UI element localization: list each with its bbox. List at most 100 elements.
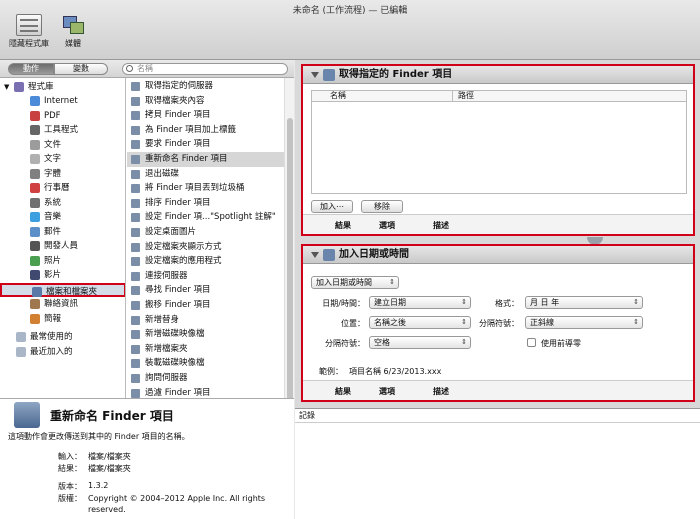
collapse-triangle-icon[interactable] [311, 72, 319, 78]
action-list-item[interactable]: 設定 Finder 項..."Spotlight 註解" [127, 210, 284, 225]
separator-select[interactable]: 正斜線 ⇕ [525, 316, 643, 329]
library-item-label: 郵件 [44, 226, 62, 237]
finder-icon [131, 242, 140, 252]
finder-icon [131, 111, 140, 121]
actions-scrollbar[interactable] [284, 78, 294, 408]
add-button[interactable]: 加入⋯ [311, 200, 353, 213]
library-item[interactable]: 影片 [0, 268, 125, 282]
library-item[interactable]: 簡報 [0, 312, 125, 326]
action-footer: 結果 選項 描述 [303, 214, 693, 234]
tab-variables[interactable]: 變數 [54, 63, 108, 75]
library-item[interactable]: 照片 [0, 254, 125, 268]
description-tab[interactable]: 描述 [433, 386, 449, 397]
actions-list: 取得指定的伺服器 取得檔案夾內容 拷貝 Finder 項目為 Finder 項目加上… [127, 78, 284, 398]
example-value: 項目名稱 6/23/2013.xxx [349, 367, 442, 376]
library-item-label: 音樂 [44, 212, 62, 222]
log-panel: 記錄 [295, 408, 700, 519]
action-list-item[interactable]: 要求 Finder 項目 [127, 137, 284, 152]
action-list-item[interactable]: 新增磁碟映像檔 [127, 327, 284, 342]
action-list-item[interactable]: 裝載磁碟映像檔 [127, 356, 284, 371]
action-list-item[interactable]: 搬移 Finder 項目 [127, 298, 284, 313]
items-table[interactable] [311, 102, 687, 194]
input-label: 輸入： [58, 452, 82, 461]
leading-zero-checkbox[interactable] [527, 338, 536, 347]
library-item[interactable]: 行事曆 [0, 181, 125, 195]
library-item[interactable]: 聯絡資訊 [0, 297, 125, 311]
library-item-label: 字體 [44, 168, 62, 179]
date-time-select[interactable]: 建立日期 ⇕ [369, 296, 471, 309]
finder-icon [131, 125, 140, 135]
action-list-item[interactable]: 設定檔案的應用程式 [127, 254, 284, 269]
finder-icon [131, 213, 140, 223]
library-item[interactable]: 音樂 [0, 210, 125, 224]
action-list-item[interactable]: 過濾 Finder 項目 [127, 386, 284, 398]
smart-folder-label: 最近加入的 [30, 346, 73, 357]
action-header[interactable]: 加入日期或時間 [303, 246, 693, 264]
options-tab[interactable]: 選項 [379, 220, 395, 231]
tab-actions[interactable]: 動作 [8, 63, 54, 75]
collapse-triangle-icon[interactable] [311, 252, 319, 258]
action-list-item[interactable]: 詢問伺服器 [127, 371, 284, 386]
action-list-item[interactable]: 排序 Finder 項目 [127, 196, 284, 211]
action-list-item[interactable]: 尋找 Finder 項目 [127, 283, 284, 298]
library-item[interactable]: 開發人員 [0, 239, 125, 253]
pdf-icon [30, 110, 40, 121]
library-tree: ▼ 程式庫 Internet PDF 工具程式文件文字字體行事曆系統音樂郵件開發人員… [0, 78, 126, 398]
remove-button[interactable]: 移除 [361, 200, 403, 213]
finder-icon [131, 286, 140, 296]
action-list-item[interactable]: 取得指定的伺服器 [127, 79, 284, 94]
smart-folder-item[interactable]: 最近加入的 [0, 345, 125, 359]
hide-library-button[interactable]: 隱藏程式庫 [4, 14, 54, 56]
library-item[interactable]: 工具程式 [0, 123, 125, 137]
description-panel: 重新命名 Finder 項目 這項動作會更改傳送到其中的 Finder 項目的名… [0, 398, 294, 519]
results-tab[interactable]: 結果 [335, 386, 351, 397]
position-select[interactable]: 名稱之後 ⇕ [369, 316, 471, 329]
chevron-updown-icon: ⇕ [461, 338, 467, 346]
document-icon [30, 139, 40, 150]
library-item[interactable]: PDF [0, 109, 125, 123]
description-title: 重新命名 Finder 項目 [50, 409, 174, 423]
action-list-item[interactable]: 新增替身 [127, 313, 284, 328]
finder-icon [131, 140, 140, 150]
library-item-label: 行事曆 [44, 183, 70, 193]
description-tab[interactable]: 描述 [433, 220, 449, 231]
separator-label: 分隔符號： [479, 319, 519, 328]
separator2-select[interactable]: 空格 ⇕ [369, 336, 471, 349]
library-item[interactable]: Internet [0, 94, 125, 108]
column-path[interactable]: 路徑 [458, 91, 474, 101]
action-list-item[interactable]: 拷貝 Finder 項目 [127, 108, 284, 123]
smart-folder-item[interactable]: 最常使用的 [0, 330, 125, 344]
mode-select[interactable]: 加入日期或時間 ⇕ [311, 276, 399, 289]
action-list-item[interactable]: 設定桌面圖片 [127, 225, 284, 240]
results-tab[interactable]: 結果 [335, 220, 351, 231]
action-list-item[interactable]: 重新命名 Finder 項目 [127, 152, 284, 167]
action-list-item[interactable]: 取得檔案夾內容 [127, 94, 284, 109]
library-item-label: 文件 [44, 139, 62, 150]
action-list-label: 搬移 Finder 項目 [145, 300, 211, 310]
separator-value: 正斜線 [530, 318, 554, 327]
finder-icon [131, 198, 140, 208]
library-item[interactable]: 文字 [0, 152, 125, 166]
action-list-item[interactable]: 連接伺服器 [127, 269, 284, 284]
options-tab[interactable]: 選項 [379, 386, 395, 397]
format-select[interactable]: 月 日 年 ⇕ [525, 296, 643, 309]
library-item[interactable]: 郵件 [0, 225, 125, 239]
library-root[interactable]: ▼ 程式庫 [0, 80, 125, 94]
library-item[interactable]: 文件 [0, 138, 125, 152]
action-title: 加入日期或時間 [339, 249, 409, 260]
library-item[interactable]: 字體 [0, 167, 125, 181]
action-list-label: 新增替身 [145, 314, 180, 325]
action-list-item[interactable]: 為 Finder 項目加上標籤 [127, 123, 284, 138]
action-list-item[interactable]: 新增檔案夾 [127, 342, 284, 357]
action-header[interactable]: 取得指定的 Finder 項目 [303, 66, 693, 84]
action-list-item[interactable]: 將 Finder 項目丟到垃圾桶 [127, 181, 284, 196]
action-list-item[interactable]: 退出磁碟 [127, 167, 284, 182]
library-item[interactable]: 檔案和檔案夾 [0, 282, 125, 297]
action-list-item[interactable]: 設定檔案夾顯示方式 [127, 240, 284, 255]
search-input[interactable]: 名稱 [122, 63, 288, 75]
media-button[interactable]: 媒體 [48, 14, 98, 56]
window-toolbar: 未命名 (工作流程) — 已編輯 隱藏程式庫 媒體 [0, 0, 700, 60]
column-name[interactable]: 名稱 [330, 91, 346, 101]
finder-icon [131, 155, 140, 164]
library-item[interactable]: 系統 [0, 196, 125, 210]
